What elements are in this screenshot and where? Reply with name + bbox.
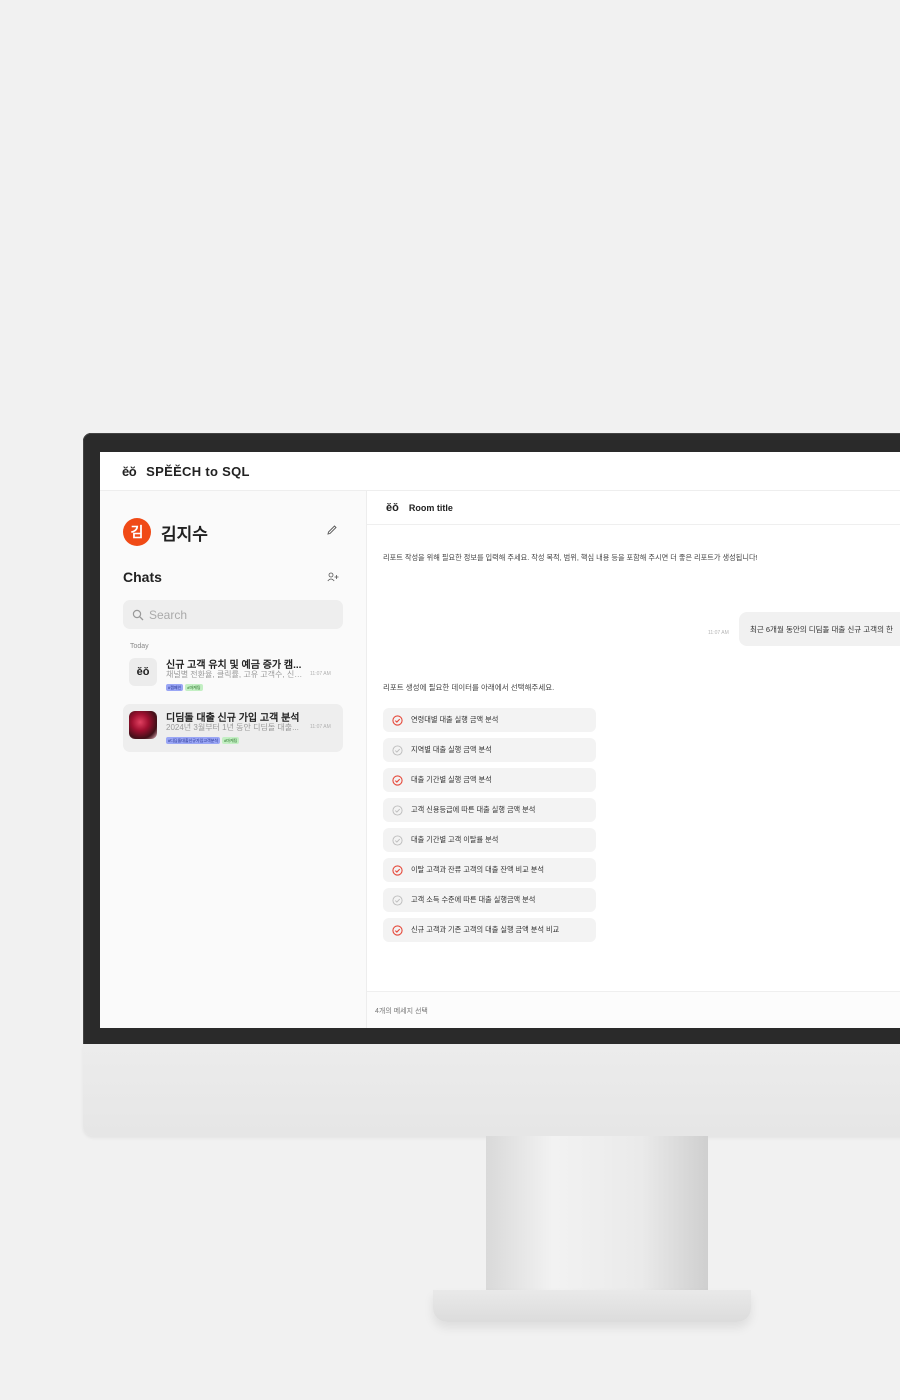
option-label: 대출 기간별 고객 이탈률 분석	[411, 835, 499, 844]
sidebar: 김 김지수 Chats Today ĕŏ 신규 고객 유치 및 예금 증가 캠.…	[100, 491, 367, 1028]
brand-name: SPĔĔCH to SQL	[146, 463, 250, 479]
option-label: 고객 소득 수준에 따른 대출 실행금액 분석	[411, 895, 536, 904]
data-option[interactable]: 이탈 고객과 잔류 고객의 대출 잔액 비교 분석	[383, 858, 596, 882]
assistant-intro-message: 리포트 작성을 위해 필요한 정보를 입력해 주세요. 작성 목적, 범위, 핵…	[383, 553, 758, 562]
chat-thumbnail-image	[129, 711, 157, 739]
user-profile: 김 김지수	[123, 518, 208, 546]
chat-tag[interactable]: #마케팅	[222, 737, 240, 744]
monitor-chin	[83, 1044, 900, 1136]
check-circle-icon	[392, 864, 403, 876]
data-option[interactable]: 연령대별 대출 실행 금액 분석	[383, 708, 596, 732]
chat-preview: 채널별 전환율, 클릭률, 고유 고객수, 신규...	[166, 670, 306, 679]
data-option[interactable]: 고객 소득 수준에 따른 대출 실행금액 분석	[383, 888, 596, 912]
monitor-stand	[486, 1136, 708, 1292]
option-label: 이탈 고객과 잔류 고객의 대출 잔액 비교 분석	[411, 865, 545, 874]
user-message-text: 최근 6개월 동안의 디딤돌 대출 신규 고객의 한	[750, 624, 893, 634]
room-title: Room title	[408, 502, 453, 513]
add-user-icon[interactable]	[327, 572, 339, 582]
check-circle-icon	[392, 924, 403, 936]
app-window: ĕŏ SPĔĔCH to SQL 김 김지수 Chats Today ĕŏ 신규…	[100, 452, 900, 1028]
message-time: 11:07 AM	[708, 630, 729, 636]
chat-tag[interactable]: #디딤돌대출신규가입고객분석	[166, 737, 221, 744]
chat-time: 11:07 AM	[310, 724, 331, 730]
chat-time: 11:07 AM	[310, 671, 331, 677]
chat-tag[interactable]: #캠페인	[166, 684, 184, 691]
check-circle-outline-icon	[392, 894, 403, 906]
avatar[interactable]: 김	[123, 518, 151, 546]
option-label: 고객 신용등급에 따른 대출 실행 금액 분석	[411, 805, 536, 814]
room-logo: ĕŏ	[386, 501, 399, 514]
chat-thumbnail-logo: ĕŏ	[129, 658, 157, 686]
chat-list-item[interactable]: ĕŏ 신규 고객 유치 및 예금 증가 캠... 채널별 전환율, 클릭률, 고…	[123, 651, 343, 699]
pencil-icon[interactable]	[326, 524, 338, 536]
chat-tags: #캠페인 #마케팅	[166, 684, 203, 691]
check-circle-outline-icon	[392, 804, 403, 816]
user-message-bubble: 최근 6개월 동안의 디딤돌 대출 신규 고객의 한	[739, 612, 900, 646]
check-circle-outline-icon	[392, 744, 403, 756]
chat-room: ĕŏ Room title 리포트 작성을 위해 필요한 정보를 입력해 주세요…	[367, 491, 900, 1028]
chat-preview: 2024년 3월부터 1년 동안 디딤돌 대출...	[166, 723, 299, 732]
search-icon	[132, 609, 144, 620]
selection-count: 4개의 메세지 선택	[375, 1008, 428, 1015]
check-circle-icon	[392, 714, 403, 726]
search-input[interactable]	[149, 607, 319, 622]
chat-tags: #디딤돌대출신규가입고객분석 #마케팅	[166, 737, 240, 744]
search-box[interactable]	[123, 600, 343, 629]
assistant-select-prompt: 리포트 생성에 필요한 데이터를 아래에서 선택해주세요.	[383, 683, 555, 692]
data-option[interactable]: 고객 신용등급에 따른 대출 실행 금액 분석	[383, 798, 596, 822]
check-circle-icon	[392, 774, 403, 786]
room-header: ĕŏ Room title	[367, 491, 900, 525]
option-label: 신규 고객과 기존 고객의 대출 실행 금액 분석 비교	[411, 925, 560, 934]
check-circle-outline-icon	[392, 834, 403, 846]
data-option[interactable]: 지역별 대출 실행 금액 분석	[383, 738, 596, 762]
option-label: 지역별 대출 실행 금액 분석	[411, 745, 492, 754]
app-header: ĕŏ SPĔĔCH to SQL	[100, 452, 900, 491]
chat-list-item-active[interactable]: 디딤돌 대출 신규 가입 고객 분석 2024년 3월부터 1년 동안 디딤돌 …	[123, 704, 343, 752]
data-option[interactable]: 신규 고객과 기존 고객의 대출 실행 금액 분석 비교	[383, 918, 596, 942]
brand-logo[interactable]: ĕŏ	[122, 464, 137, 479]
data-option[interactable]: 대출 기간별 고객 이탈률 분석	[383, 828, 596, 852]
user-name: 김지수	[161, 524, 208, 544]
section-label-today: Today	[130, 643, 149, 650]
chats-title: Chats	[123, 569, 162, 585]
chat-tag[interactable]: #마케팅	[185, 684, 203, 691]
data-option[interactable]: 대출 기간별 실행 금액 분석	[383, 768, 596, 792]
selection-footer: 4개의 메세지 선택	[367, 991, 900, 1028]
option-label: 연령대별 대출 실행 금액 분석	[411, 715, 499, 724]
monitor-base	[433, 1290, 751, 1322]
option-label: 대출 기간별 실행 금액 분석	[411, 775, 492, 784]
